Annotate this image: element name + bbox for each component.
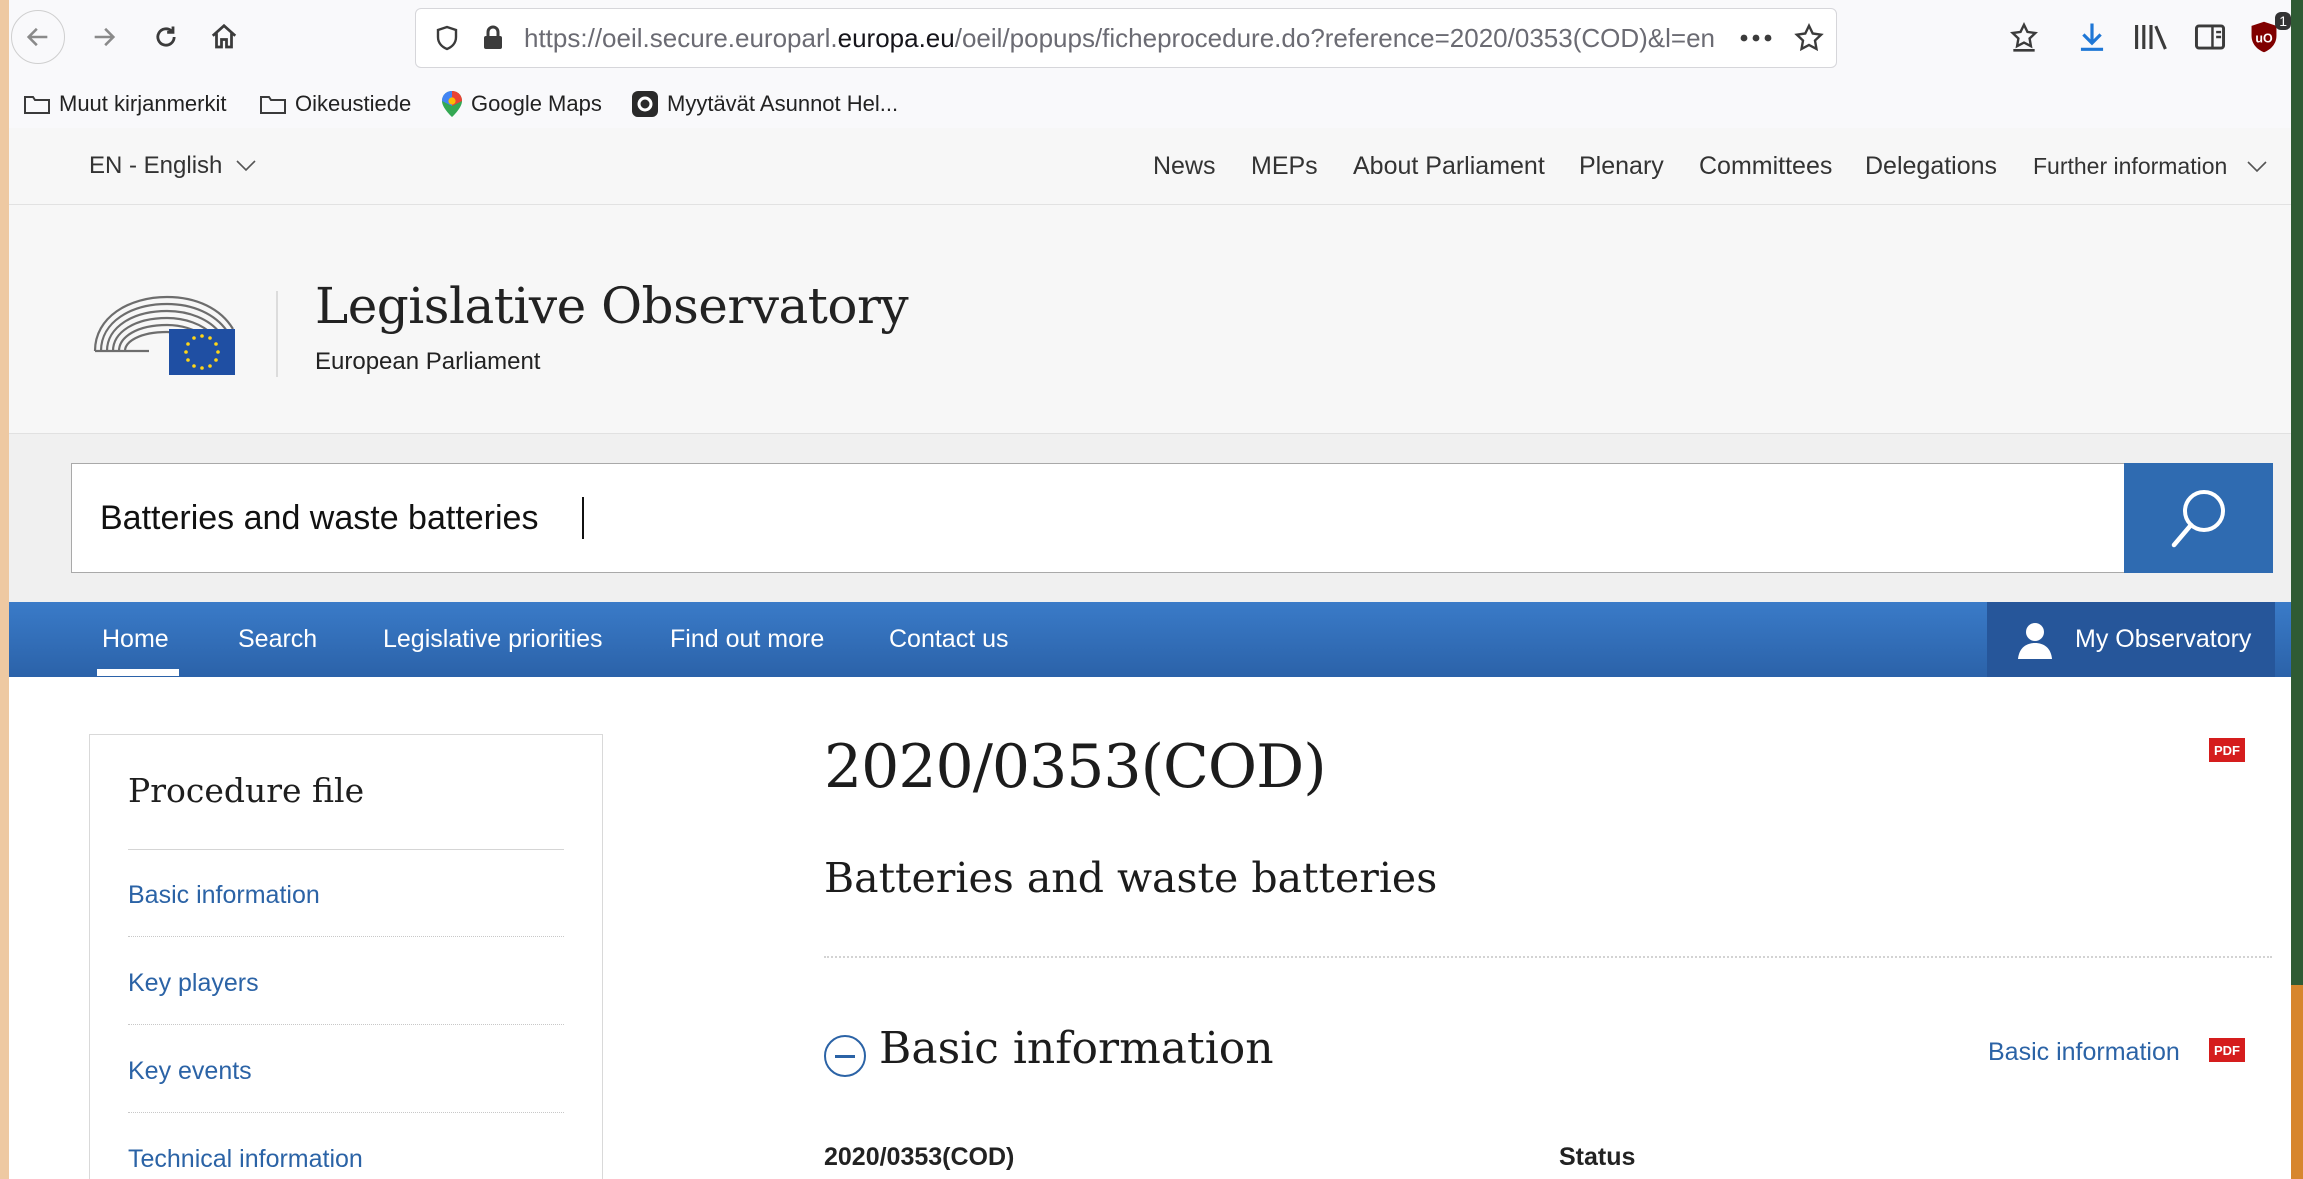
forward-arrow-icon[interactable] xyxy=(81,14,127,60)
folder-icon xyxy=(24,96,50,114)
bookmark-item[interactable]: Myytävät Asunnot Hel... xyxy=(631,80,898,128)
page-actions-icon[interactable] xyxy=(1736,21,1776,55)
ep-top-bar: EN - English News MEPs About Parliament … xyxy=(9,128,2291,205)
slide-background-stripe xyxy=(2289,985,2303,1179)
active-tab-indicator xyxy=(97,669,179,676)
bookmark-star-icon[interactable] xyxy=(1790,19,1828,57)
browser-toolbar: https://oeil.secure.europarl.europa.eu/o… xyxy=(9,0,2291,80)
svg-text:uO: uO xyxy=(2255,32,2273,46)
top-nav-committees[interactable]: Committees xyxy=(1699,128,1832,204)
shield-icon[interactable] xyxy=(430,21,464,55)
bookmark-label: Google Maps xyxy=(471,91,602,116)
download-icon[interactable] xyxy=(2071,16,2113,58)
main-nav: Home Search Legislative priorities Find … xyxy=(9,602,2291,677)
address-bar[interactable]: https://oeil.secure.europarl.europa.eu/o… xyxy=(415,8,1837,68)
procedure-title: Batteries and waste batteries xyxy=(824,854,1438,902)
top-nav-news[interactable]: News xyxy=(1153,128,1216,204)
user-icon xyxy=(2018,622,2052,659)
sidebar-title: Procedure file xyxy=(128,771,365,810)
language-label: EN - English xyxy=(89,152,223,179)
site-subtitle: European Parliament xyxy=(315,348,541,375)
bookmark-item[interactable]: Muut kirjanmerkit xyxy=(23,80,226,128)
reload-icon[interactable] xyxy=(143,14,189,60)
bookmark-label: Oikeustiede xyxy=(295,91,412,116)
chevron-down-icon xyxy=(2247,161,2267,173)
divider xyxy=(824,956,2272,958)
bookmark-item[interactable]: Google Maps xyxy=(441,80,602,128)
section-title-basic-information: Basic information xyxy=(879,1023,1274,1074)
bookmark-label: Muut kirjanmerkit xyxy=(59,91,227,116)
sidebar-link-basic-information[interactable]: Basic information xyxy=(128,881,320,910)
reading-list-icon[interactable] xyxy=(2003,16,2045,58)
language-selector[interactable]: EN - English xyxy=(89,128,257,204)
procedure-file-sidebar: Procedure file Basic information Key pla… xyxy=(89,734,603,1179)
search-icon xyxy=(2171,490,2225,548)
nav-search[interactable]: Search xyxy=(238,602,317,677)
pdf-icon[interactable]: PDF xyxy=(2209,738,2245,762)
status-label: Status xyxy=(1559,1143,1636,1171)
bookmark-label: Myytävät Asunnot Hel... xyxy=(667,91,899,116)
main-content: Procedure file Basic information Key pla… xyxy=(9,677,2291,1179)
sidebar-link-key-players[interactable]: Key players xyxy=(128,969,259,998)
procedure-reference: 2020/0353(COD) xyxy=(824,732,1327,802)
folder-icon xyxy=(260,96,286,114)
top-nav-plenary[interactable]: Plenary xyxy=(1579,128,1664,204)
divider xyxy=(128,849,564,850)
site-favicon-icon xyxy=(632,91,658,117)
top-nav-further-information[interactable]: Further information xyxy=(2033,128,2268,204)
pdf-icon[interactable]: PDF xyxy=(2209,1038,2245,1062)
further-information-label: Further information xyxy=(2033,153,2228,179)
search-area xyxy=(9,434,2291,602)
my-observatory-label: My Observatory xyxy=(2075,625,2252,653)
sidebar-link-technical-information[interactable]: Technical information xyxy=(128,1145,363,1174)
nav-contact-us[interactable]: Contact us xyxy=(889,602,1009,677)
ublock-icon[interactable]: uO 1 xyxy=(2241,12,2291,60)
nav-find-out-more[interactable]: Find out more xyxy=(670,602,824,677)
lock-icon[interactable] xyxy=(476,21,510,55)
back-arrow-icon[interactable] xyxy=(11,10,65,64)
chevron-down-icon xyxy=(236,160,256,172)
bookmarks-bar: Muut kirjanmerkit Oikeustiede Google Map… xyxy=(9,80,2291,129)
home-icon[interactable] xyxy=(201,14,247,60)
top-nav-about-parliament[interactable]: About Parliament xyxy=(1353,128,1545,204)
divider xyxy=(128,1112,564,1113)
european-parliament-logo[interactable] xyxy=(89,289,239,377)
search-input[interactable] xyxy=(71,463,2129,573)
url-text[interactable]: https://oeil.secure.europarl.europa.eu/o… xyxy=(524,9,1715,67)
logo-divider xyxy=(276,291,278,377)
search-button[interactable] xyxy=(2124,463,2273,573)
my-observatory-button[interactable]: My Observatory xyxy=(1987,602,2275,677)
top-nav-delegations[interactable]: Delegations xyxy=(1865,128,1997,204)
procedure-reference-label: 2020/0353(COD) xyxy=(824,1143,1015,1171)
nav-home[interactable]: Home xyxy=(102,602,169,677)
site-title[interactable]: Legislative Observatory xyxy=(315,277,909,335)
url-suffix: /oeil/popups/ficheprocedure.do?reference… xyxy=(954,23,1716,53)
nav-legislative-priorities[interactable]: Legislative priorities xyxy=(383,602,603,677)
browser-window: https://oeil.secure.europarl.europa.eu/o… xyxy=(9,0,2291,1179)
ublock-count-badge: 1 xyxy=(2275,12,2291,30)
sidebar-link-key-events[interactable]: Key events xyxy=(128,1057,252,1086)
url-domain: europa.eu xyxy=(837,23,955,53)
divider xyxy=(128,1024,564,1025)
map-pin-icon xyxy=(442,91,462,117)
text-cursor xyxy=(582,497,584,539)
site-header: Legislative Observatory European Parliam… xyxy=(9,205,2291,434)
bookmark-item[interactable]: Oikeustiede xyxy=(259,80,411,128)
url-prefix: https://oeil.secure.europarl. xyxy=(524,23,838,53)
library-icon[interactable] xyxy=(2129,16,2173,58)
basic-information-pdf-link[interactable]: Basic information xyxy=(1988,1038,2180,1067)
sidebar-toggle-icon[interactable] xyxy=(2189,16,2231,58)
top-nav-meps[interactable]: MEPs xyxy=(1251,128,1318,204)
collapse-section-icon[interactable] xyxy=(824,1035,866,1077)
divider xyxy=(128,936,564,937)
